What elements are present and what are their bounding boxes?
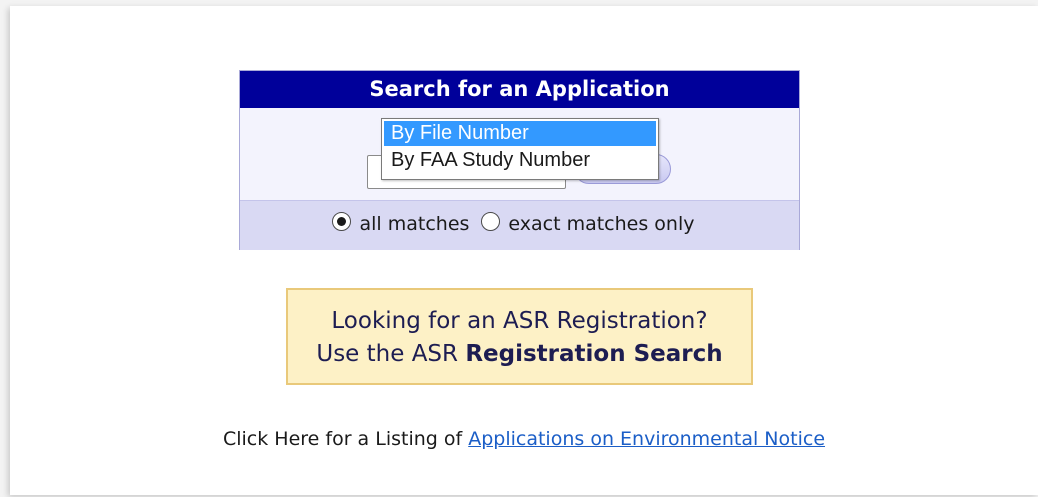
exact-matches-label[interactable]: exact matches only [508, 213, 694, 235]
search-panel-body: By File Number By FAA Study Number [240, 108, 799, 200]
option-by-faa-study-number[interactable]: By FAA Study Number [384, 148, 656, 173]
asr-banner-line1: Looking for an ASR Registration? [331, 308, 708, 334]
registration-search-link[interactable]: Registration Search [465, 341, 722, 367]
asr-banner-prefix: Use the ASR [316, 341, 459, 367]
asr-registration-banner[interactable]: Looking for an ASR Registration? Use the… [286, 288, 753, 385]
search-panel: Search for an Application By File Number… [239, 70, 800, 250]
environmental-notice-line: Click Here for a Listing of Applications… [10, 428, 1038, 450]
environmental-notice-link[interactable]: Applications on Environmental Notice [468, 428, 825, 450]
exact-matches-radio[interactable] [481, 212, 501, 231]
option-by-file-number[interactable]: By File Number [384, 121, 656, 146]
all-matches-radio[interactable] [332, 212, 352, 231]
asr-banner-line2: Use the ASR Registration Search [288, 340, 751, 368]
match-radio-row: all matches exact matches only [240, 212, 799, 240]
match-options: all matches exact matches only [240, 200, 799, 250]
search-type-listbox[interactable]: By File Number By FAA Study Number [381, 118, 659, 180]
search-panel-title: Search for an Application [240, 71, 799, 108]
page: Search for an Application By File Number… [10, 6, 1038, 495]
all-matches-label[interactable]: all matches [359, 213, 469, 235]
env-notice-prefix: Click Here for a Listing of [222, 428, 469, 450]
